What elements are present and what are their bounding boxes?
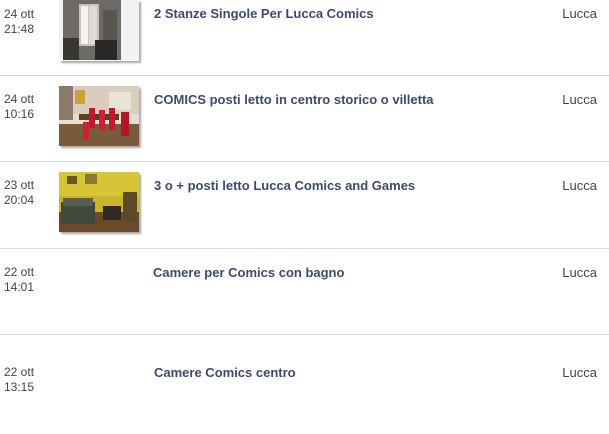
listing-city: Lucca (562, 265, 597, 280)
dining-room-photo (59, 86, 139, 146)
listing-date: 22 ott (4, 265, 35, 279)
listing-date: 23 ott (4, 178, 35, 192)
yellow-living-room-photo (59, 172, 139, 232)
listing-row[interactable]: 22 ott 13:15 Camere Comics centro Lucca (0, 335, 609, 434)
listing-city: Lucca (562, 178, 597, 193)
listing-city: Lucca (562, 365, 597, 380)
listing-row[interactable]: 24 ott 21:48 2 Stanze Singole Per Lucca … (0, 0, 609, 75)
listing-row[interactable]: 22 ott 14:01 Camere per Comics con bagno… (0, 249, 609, 334)
listing-time: 10:16 (4, 107, 35, 121)
listing-date: 24 ott (4, 7, 35, 21)
listing-row[interactable]: 23 ott 20:04 3 o + posti letto Lucca Com… (0, 162, 609, 248)
listing-datetime: 22 ott 13:15 (4, 365, 34, 395)
listing-datetime: 22 ott 14:01 (4, 265, 34, 295)
listing-title-link[interactable]: Camere per Comics con bagno (153, 265, 344, 280)
listing-city: Lucca (562, 6, 597, 21)
listing-date: 22 ott (4, 365, 35, 379)
listing-title-link[interactable]: COMICS posti letto in centro storico o v… (154, 92, 434, 107)
listing-city: Lucca (562, 92, 597, 107)
listing-date: 24 ott (4, 92, 35, 106)
listing-datetime: 23 ott 20:04 (4, 178, 34, 208)
listing-thumbnail[interactable] (59, 86, 139, 146)
listing-time: 13:15 (4, 380, 35, 394)
listing-datetime: 24 ott 21:48 (4, 7, 34, 37)
listing-thumbnail[interactable] (59, 0, 139, 61)
listing-title-link[interactable]: Camere Comics centro (154, 365, 296, 380)
listing-thumbnail[interactable] (59, 172, 139, 232)
listing-title-link[interactable]: 3 o + posti letto Lucca Comics and Games (154, 178, 415, 193)
listing-row[interactable]: 24 ott 10:16 COMICS posti letto in centr… (0, 76, 609, 161)
listing-time: 21:48 (4, 22, 35, 36)
listing-datetime: 24 ott 10:16 (4, 92, 34, 122)
dark-room-photo (59, 0, 139, 60)
listing-time: 14:01 (4, 280, 35, 294)
listing-title-link[interactable]: 2 Stanze Singole Per Lucca Comics (154, 6, 374, 21)
listing-time: 20:04 (4, 193, 35, 207)
